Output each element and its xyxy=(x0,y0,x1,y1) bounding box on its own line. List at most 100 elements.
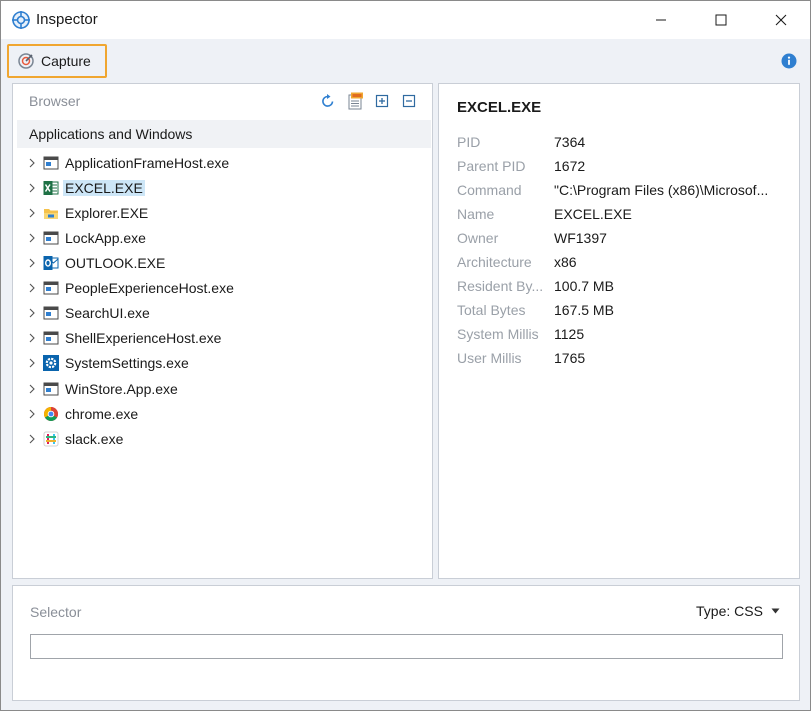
property-value: "C:\Program Files (x86)\Microsof... xyxy=(554,182,769,198)
export-xml-button[interactable] xyxy=(346,92,364,110)
selector-type-label: Type: CSS xyxy=(696,603,763,619)
capture-label: Capture xyxy=(41,53,91,69)
chevron-right-icon[interactable] xyxy=(27,157,37,169)
selector-title: Selector xyxy=(30,604,82,620)
property-key: Parent PID xyxy=(457,158,526,174)
tree-item-label: SearchUI.exe xyxy=(65,305,150,321)
collapse-all-button[interactable] xyxy=(400,92,418,110)
tree-item-winstore[interactable]: WinStore.App.exe xyxy=(13,378,413,400)
window-app-icon xyxy=(43,231,59,245)
close-icon xyxy=(775,14,787,26)
chevron-right-icon[interactable] xyxy=(27,433,37,445)
property-key: User Millis xyxy=(457,350,522,366)
maximize-button[interactable] xyxy=(698,1,744,39)
chevron-right-icon[interactable] xyxy=(27,332,37,344)
slack-icon xyxy=(43,431,59,447)
refresh-button[interactable] xyxy=(319,92,337,110)
toolbar: Capture xyxy=(1,39,810,81)
tree-item-lockapp[interactable]: LockApp.exe xyxy=(13,227,413,249)
tree-item-outlook[interactable]: OUTLOOK.EXE xyxy=(13,252,413,274)
minimize-button[interactable] xyxy=(638,1,684,39)
property-key: System Millis xyxy=(457,326,539,342)
tree-item-explorer[interactable]: Explorer.EXE xyxy=(13,202,413,224)
property-key: Command xyxy=(457,182,522,198)
chevron-right-icon[interactable] xyxy=(27,383,37,395)
selector-input[interactable] xyxy=(30,634,783,659)
window-app-icon xyxy=(43,281,59,295)
tree-item-searchui[interactable]: SearchUI.exe xyxy=(13,302,413,324)
browser-toolbar xyxy=(319,92,418,110)
tree-item-label: ApplicationFrameHost.exe xyxy=(65,155,230,171)
tree-item-chrome[interactable]: chrome.exe xyxy=(13,403,413,425)
tree-item-applicationframehost[interactable]: ApplicationFrameHost.exe xyxy=(13,152,413,174)
tree-item-shellexperiencehost[interactable]: ShellExperienceHost.exe xyxy=(13,327,413,349)
property-row-name: Name EXCEL.EXE xyxy=(457,206,797,226)
tree-item-peopleexperiencehost[interactable]: PeopleExperienceHost.exe xyxy=(13,277,413,299)
property-value: EXCEL.EXE xyxy=(554,206,632,222)
capture-target-icon xyxy=(18,53,34,69)
crosshair-target-icon xyxy=(12,11,30,29)
tree-root-label: Applications and Windows xyxy=(29,126,193,142)
selector-type-dropdown[interactable]: Type: CSS xyxy=(696,603,780,619)
property-key: Resident By... xyxy=(457,278,544,294)
close-button[interactable] xyxy=(758,1,804,39)
property-value: 100.7 MB xyxy=(554,278,614,294)
chevron-right-icon[interactable] xyxy=(27,282,37,294)
tree-item-systemsettings[interactable]: SystemSettings.exe xyxy=(13,352,413,374)
chevron-right-icon[interactable] xyxy=(27,307,37,319)
property-value: 1765 xyxy=(554,350,586,366)
title-bar: Inspector xyxy=(1,1,810,39)
expand-all-icon xyxy=(375,94,389,108)
tree-item-label: chrome.exe xyxy=(65,406,139,422)
window-app-icon xyxy=(43,382,59,396)
tree-item-label: slack.exe xyxy=(65,431,124,447)
chevron-right-icon[interactable] xyxy=(27,408,37,420)
caret-down-icon xyxy=(771,608,780,614)
property-key: Name xyxy=(457,206,495,222)
window-title: Inspector xyxy=(36,11,98,28)
property-row-total-bytes: Total Bytes 167.5 MB xyxy=(457,302,797,322)
chevron-right-icon[interactable] xyxy=(27,207,37,219)
chevron-right-icon[interactable] xyxy=(27,257,37,269)
property-value: 7364 xyxy=(554,134,586,150)
window-app-icon xyxy=(43,156,59,170)
collapse-all-icon xyxy=(402,94,416,108)
chevron-right-icon[interactable] xyxy=(27,357,37,369)
tree-item-label: PeopleExperienceHost.exe xyxy=(65,280,234,296)
xml-document-icon xyxy=(348,92,363,110)
property-key: Architecture xyxy=(457,254,532,270)
property-row-architecture: Architecture x86 xyxy=(457,254,797,274)
tree-item-label: WinStore.App.exe xyxy=(65,381,178,397)
capture-button[interactable]: Capture xyxy=(7,44,107,78)
browser-panel: Browser Applications and Windows Applica… xyxy=(12,83,433,579)
window-app-icon xyxy=(43,331,59,345)
window-app-icon xyxy=(43,306,59,320)
tree-item-label: SystemSettings.exe xyxy=(65,355,189,371)
chevron-right-icon[interactable] xyxy=(27,232,37,244)
property-value: x86 xyxy=(554,254,577,270)
selector-panel: Selector Type: CSS xyxy=(12,585,800,701)
property-row-resident-bytes: Resident By... 100.7 MB xyxy=(457,278,797,298)
maximize-icon xyxy=(715,14,727,26)
tree-item-slack[interactable]: slack.exe xyxy=(13,428,413,450)
tree-item-label: Explorer.EXE xyxy=(65,205,149,221)
tree-item-excel[interactable]: EXCEL.EXE xyxy=(13,177,413,199)
chrome-icon xyxy=(44,407,58,421)
outlook-icon xyxy=(43,256,59,270)
chevron-right-icon[interactable] xyxy=(27,182,37,194)
property-key: Owner xyxy=(457,230,499,246)
property-row-pid: PID 7364 xyxy=(457,134,797,154)
property-row-system-millis: System Millis 1125 xyxy=(457,326,797,346)
tree-root-applications-and-windows[interactable]: Applications and Windows xyxy=(17,120,431,148)
explorer-folder-icon xyxy=(44,209,58,219)
tree-item-label: EXCEL.EXE xyxy=(63,180,145,196)
property-row-user-millis: User Millis 1765 xyxy=(457,350,797,370)
minimize-icon xyxy=(656,19,666,21)
property-value: 1672 xyxy=(554,158,586,174)
property-value: 1125 xyxy=(554,326,585,342)
settings-gear-icon xyxy=(43,355,59,371)
info-icon[interactable] xyxy=(781,53,797,69)
tree-item-label: OUTLOOK.EXE xyxy=(65,255,166,271)
expand-all-button[interactable] xyxy=(373,92,391,110)
property-value: WF1397 xyxy=(554,230,607,246)
